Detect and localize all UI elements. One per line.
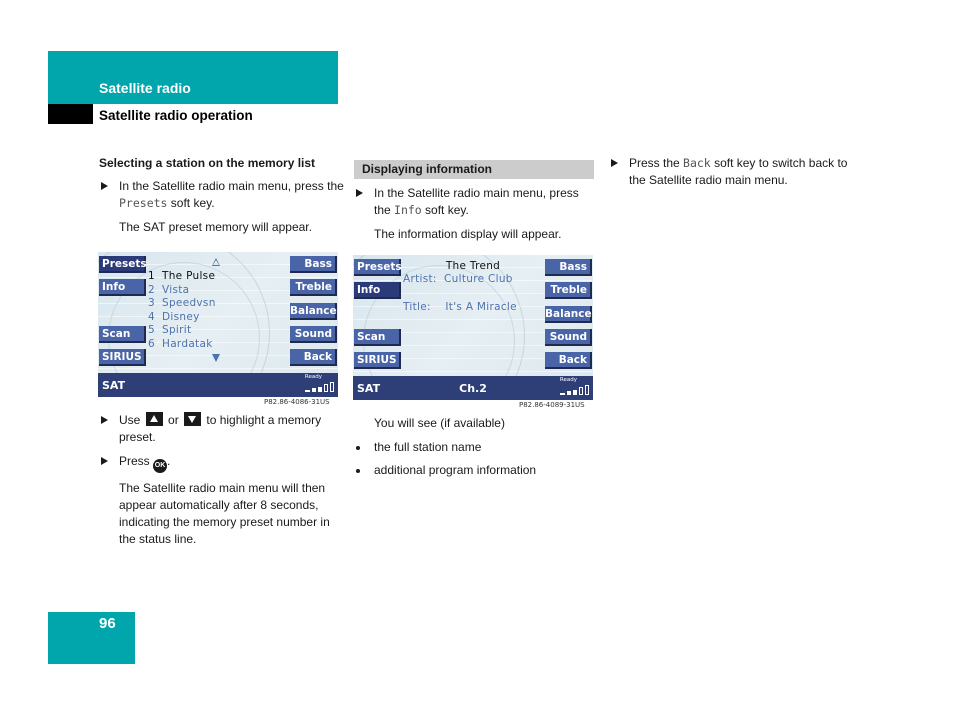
status-bar: SAT Ready xyxy=(98,373,338,397)
bullet-icon xyxy=(356,446,360,450)
step-arrow-icon xyxy=(101,416,108,424)
preset-item[interactable]: 2 Vista xyxy=(148,284,216,298)
preset-item[interactable]: 1 The Pulse xyxy=(148,270,216,284)
title-line: Title: It's A Miracle xyxy=(403,301,517,313)
softkey-back[interactable]: Back xyxy=(545,352,592,369)
status-label: SAT xyxy=(102,379,126,392)
step-press-presets: In the Satellite radio main menu, press … xyxy=(99,178,344,212)
step-press-info: In the Satellite radio main menu, press … xyxy=(354,185,594,219)
column-memory-list-continued: Use or to highlight a memory preset. Pre… xyxy=(99,412,344,555)
figure-code: P82.86-4086-31US xyxy=(264,398,330,406)
page-number: 96 xyxy=(99,615,116,632)
step-highlight-preset: Use or to highlight a memory preset. xyxy=(99,412,344,446)
softkey-sirius[interactable]: SIRIUS xyxy=(354,352,401,369)
softkey-info[interactable]: Info xyxy=(354,282,401,299)
softkey-sirius[interactable]: SIRIUS xyxy=(99,349,146,366)
result-preset-memory: The SAT preset memory will appear. xyxy=(119,220,312,234)
step-arrow-icon xyxy=(356,189,363,197)
channel-label: Ch.2 xyxy=(459,382,487,395)
signal-strength-icon xyxy=(305,382,335,392)
back-softkey-ref: Back xyxy=(683,156,711,170)
title-label: Title: xyxy=(403,301,431,313)
preset-item[interactable]: 3 Speedvsn xyxy=(148,297,216,311)
column-displaying-info-continued: You will see (if available) the full sta… xyxy=(354,415,594,485)
softkey-treble[interactable]: Treble xyxy=(545,282,592,299)
softkey-bass[interactable]: Bass xyxy=(290,256,337,273)
heading-displaying-info: Displaying information xyxy=(354,160,594,179)
preset-item[interactable]: 6 Hardatak xyxy=(148,338,216,352)
artist-label: Artist: xyxy=(403,273,437,285)
preset-memory-screen: Presets Info Scan SIRIUS Bass Treble Bal… xyxy=(98,252,338,397)
station-name: The Trend xyxy=(445,260,501,272)
bullet-item: the full station name xyxy=(354,439,594,456)
section-title: Satellite radio xyxy=(99,80,191,96)
ready-label: Ready xyxy=(304,374,322,380)
page-number-tab xyxy=(48,612,135,664)
preset-item[interactable]: 5 Spirit xyxy=(148,324,216,338)
step-arrow-icon xyxy=(101,182,108,190)
step-arrow-icon xyxy=(101,457,108,465)
softkey-balance[interactable]: Balance xyxy=(545,306,592,323)
you-will-see: You will see (if available) xyxy=(374,416,505,430)
softkey-scan[interactable]: Scan xyxy=(99,326,146,343)
softkey-presets[interactable]: Presets xyxy=(99,256,147,273)
artist-line: Artist: Culture Club xyxy=(403,273,513,285)
subsection-marker xyxy=(48,104,93,124)
preset-list: 1 The Pulse 2 Vista 3 Speedvsn 4 Disney 5 Spi… xyxy=(148,270,216,352)
info-softkey-ref: Info xyxy=(394,203,422,217)
column-back: Press the Back soft key to switch back t… xyxy=(609,155,854,196)
result-info-display: The information display will appear. xyxy=(374,227,562,241)
scroll-down-icon[interactable] xyxy=(212,354,220,362)
ready-label: Ready xyxy=(559,377,577,383)
softkey-info[interactable]: Info xyxy=(99,279,146,296)
title-value: It's A Miracle xyxy=(445,301,517,313)
status-bar: SAT Ch.2 Ready xyxy=(353,376,593,400)
softkey-balance[interactable]: Balance xyxy=(290,303,337,320)
softkey-scan[interactable]: Scan xyxy=(354,329,401,346)
presets-softkey-ref: Presets xyxy=(119,196,168,210)
preset-item[interactable]: 4 Disney xyxy=(148,311,216,325)
step-press-back: Press the Back soft key to switch back t… xyxy=(609,155,854,189)
softkey-back[interactable]: Back xyxy=(290,349,337,366)
softkey-sound[interactable]: Sound xyxy=(545,329,592,346)
column-memory-list: Selecting a station on the memory list I… xyxy=(99,155,344,243)
section-header-bar xyxy=(48,51,338,104)
down-key-icon xyxy=(184,412,202,426)
step-arrow-icon xyxy=(611,159,618,167)
subsection-title: Satellite radio operation xyxy=(99,108,253,123)
up-key-icon xyxy=(145,412,163,426)
scroll-up-icon[interactable] xyxy=(212,258,220,266)
signal-strength-icon xyxy=(560,385,590,395)
result-main-menu: The Satellite radio main menu will then … xyxy=(119,481,330,546)
softkey-sound[interactable]: Sound xyxy=(290,326,337,343)
softkey-treble[interactable]: Treble xyxy=(290,279,337,296)
heading-memory-list: Selecting a station on the memory list xyxy=(99,156,316,170)
step-press-ok: Press OK. xyxy=(99,453,344,473)
info-display-screen: Presets Info Scan SIRIUS Bass Treble Bal… xyxy=(353,255,593,400)
figure-code: P82.86-4089-31US xyxy=(519,401,585,409)
artist-value: Culture Club xyxy=(444,273,513,285)
bullet-item: additional program information xyxy=(354,462,594,479)
bullet-icon xyxy=(356,469,360,473)
column-displaying-info: Displaying information In the Satellite … xyxy=(354,160,594,250)
ok-button-icon: OK xyxy=(153,459,168,473)
